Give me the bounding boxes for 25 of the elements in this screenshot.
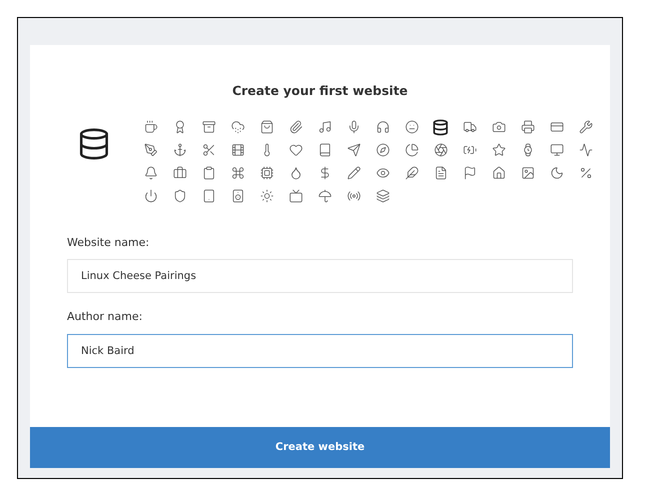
- pulse-icon[interactable]: [577, 142, 594, 159]
- wrench-icon[interactable]: [577, 118, 594, 136]
- compass-icon[interactable]: [374, 142, 391, 159]
- feather-icon[interactable]: [403, 164, 420, 182]
- page-title: Create your first website: [232, 82, 408, 100]
- text-field[interactable]: Nick Baird: [67, 334, 573, 368]
- sun-icon[interactable]: [258, 188, 275, 205]
- tv-icon[interactable]: [287, 188, 304, 205]
- paper-plane-icon[interactable]: [345, 142, 362, 159]
- database-icon[interactable]: [432, 118, 449, 136]
- field-label: Author name:: [67, 309, 144, 326]
- cloud-rain-icon[interactable]: [229, 118, 246, 136]
- aperture-icon[interactable]: [432, 142, 449, 159]
- umbrella-icon[interactable]: [316, 188, 333, 205]
- create-website-button[interactable]: Create website: [30, 427, 610, 468]
- chip-icon[interactable]: [258, 164, 275, 182]
- pie-chart-icon[interactable]: [403, 142, 420, 159]
- layers-icon[interactable]: [374, 188, 391, 205]
- pencil-icon[interactable]: [345, 164, 362, 182]
- text-field[interactable]: Linux Cheese Pairings: [67, 259, 573, 294]
- database-icon: [77, 126, 111, 161]
- printer-icon[interactable]: [519, 118, 536, 136]
- neutral-face-icon[interactable]: [403, 118, 420, 136]
- pen-nib-icon[interactable]: [142, 142, 159, 159]
- field-label: Website name:: [67, 234, 150, 251]
